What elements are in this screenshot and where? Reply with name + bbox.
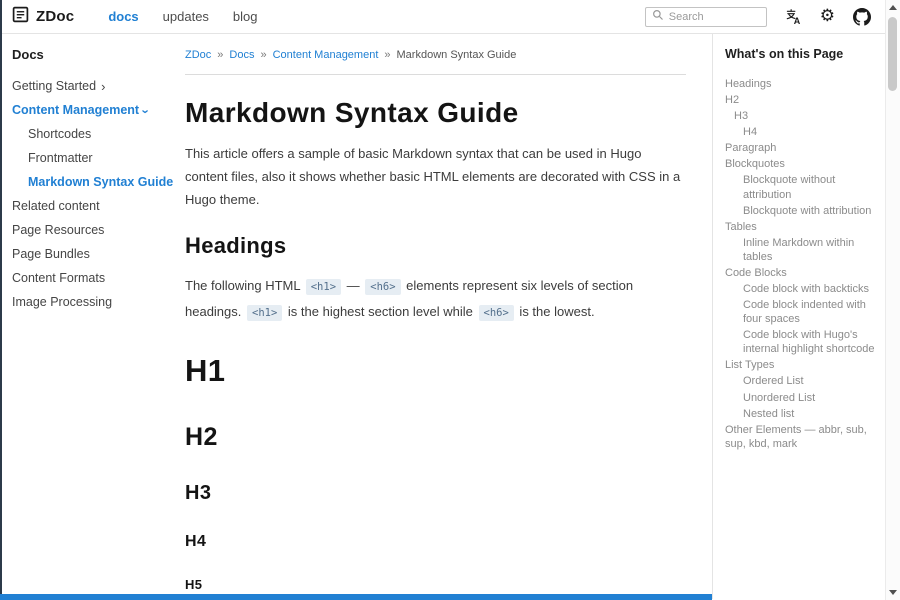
toc-item[interactable]: Other Elements — abbr, sub, sup, kbd, ma… (725, 423, 875, 451)
scroll-down-icon[interactable] (889, 590, 897, 595)
sidebar-item-page-resources[interactable]: Page Resources (12, 218, 175, 242)
primary-nav: docs updates blog (108, 9, 257, 24)
nav-link-docs[interactable]: docs (108, 9, 138, 24)
toc-item[interactable]: Nested list (725, 407, 875, 421)
navbar: ZDoc docs updates blog (0, 0, 885, 34)
toc-item[interactable]: Code block with backticks (725, 282, 875, 296)
gear-icon[interactable]: ⚙ (820, 8, 835, 25)
sidebar-item-related-content[interactable]: Related content (12, 194, 175, 218)
scrollbar-thumb[interactable] (888, 17, 897, 91)
divider (185, 74, 686, 75)
toc-item[interactable]: Paragraph (725, 141, 875, 155)
toc-item[interactable]: Ordered List (725, 374, 875, 388)
article-content: ZDoc » Docs » Content Management » Markd… (175, 34, 712, 599)
toc-item[interactable]: Tables (725, 220, 875, 234)
section-heading-headings: Headings (185, 233, 686, 259)
page-title: Markdown Syntax Guide (185, 97, 686, 129)
sidebar-item-page-bundles[interactable]: Page Bundles (12, 242, 175, 266)
breadcrumb-link-docs[interactable]: Docs (229, 49, 254, 61)
headings-paragraph: The following HTML <h1> — <h6> elements … (185, 273, 686, 325)
scroll-up-icon[interactable] (889, 5, 897, 10)
sidebar-item-markdown-syntax-guide[interactable]: Markdown Syntax Guide (12, 170, 175, 194)
toc-item[interactable]: H2 (725, 93, 875, 107)
nav-link-updates[interactable]: updates (163, 9, 209, 24)
sample-heading-h3: H3 (185, 482, 686, 505)
sidebar-item-label: Markdown Syntax Guide (28, 175, 173, 189)
search-icon (652, 8, 664, 26)
toc-item[interactable]: Blockquotes (725, 157, 875, 171)
toc-item[interactable]: H3 (725, 109, 875, 123)
window-edge-line (0, 0, 2, 600)
sidebar: Docs Getting Started › Content Managemen… (0, 34, 175, 599)
sidebar-item-label: Frontmatter (28, 151, 93, 165)
toc-item[interactable]: H4 (725, 125, 875, 139)
toc-title: What's on this Page (725, 47, 875, 61)
sample-heading-h1: H1 (185, 353, 686, 389)
toc-panel: What's on this Page Headings H2 H3 H4 Pa… (712, 34, 885, 599)
toc-item[interactable]: Code block indented with four spaces (725, 298, 875, 326)
breadcrumb-separator: » (260, 49, 266, 61)
breadcrumb-separator: » (217, 49, 223, 61)
sample-heading-h5: H5 (185, 577, 686, 592)
page: ZDoc docs updates blog (0, 0, 885, 600)
inline-code: <h6> (365, 279, 400, 295)
paragraph-text: — (343, 278, 363, 293)
footer-bar (0, 594, 712, 600)
breadcrumb-link-zdoc[interactable]: ZDoc (185, 49, 211, 61)
sample-heading-h2: H2 (185, 423, 686, 452)
sidebar-item-label: Page Bundles (12, 247, 90, 261)
toc-item[interactable]: List Types (725, 358, 875, 372)
toc-item[interactable]: Blockquote without attribution (725, 173, 875, 201)
sidebar-item-label: Image Processing (12, 295, 112, 309)
brand-title: ZDoc (36, 8, 74, 25)
toc-item[interactable]: Inline Markdown within tables (725, 236, 875, 264)
sidebar-item-shortcodes[interactable]: Shortcodes (12, 122, 175, 146)
inline-code: <h6> (479, 305, 514, 321)
brand[interactable]: ZDoc (12, 6, 74, 28)
toc-item[interactable]: Code Blocks (725, 266, 875, 280)
sidebar-item-label: Getting Started (12, 79, 96, 93)
search-box[interactable] (645, 7, 767, 27)
breadcrumb-link-content-management[interactable]: Content Management (273, 49, 379, 61)
sidebar-item-content-formats[interactable]: Content Formats (12, 266, 175, 290)
translate-icon[interactable]: A (785, 8, 802, 25)
paragraph-text: is the lowest. (516, 304, 595, 319)
scrollbar[interactable] (885, 0, 900, 600)
github-icon[interactable] (853, 8, 871, 26)
sidebar-item-label: Related content (12, 199, 100, 213)
breadcrumb-current: Markdown Syntax Guide (397, 49, 517, 61)
sidebar-item-label: Content Management (12, 103, 139, 117)
nav-link-blog[interactable]: blog (233, 9, 258, 24)
sidebar-item-frontmatter[interactable]: Frontmatter (12, 146, 175, 170)
sidebar-item-label: Shortcodes (28, 127, 91, 141)
sidebar-item-image-processing[interactable]: Image Processing (12, 290, 175, 314)
breadcrumb-separator: » (384, 49, 390, 61)
svg-text:A: A (793, 16, 800, 25)
paragraph-text: is the highest section level while (284, 304, 476, 319)
chevron-down-icon: › (140, 109, 153, 113)
paragraph-text: The following HTML (185, 278, 304, 293)
layout: Docs Getting Started › Content Managemen… (0, 34, 885, 599)
inline-code: <h1> (247, 305, 282, 321)
toc-item[interactable]: Unordered List (725, 391, 875, 405)
sidebar-item-getting-started[interactable]: Getting Started › (12, 74, 175, 98)
sidebar-item-content-management[interactable]: Content Management › (12, 98, 175, 122)
toc-item[interactable]: Headings (725, 77, 875, 91)
breadcrumb: ZDoc » Docs » Content Management » Markd… (185, 49, 686, 61)
app-window: ZDoc docs updates blog (0, 0, 900, 600)
toc-item[interactable]: Code block with Hugo's internal highligh… (725, 328, 875, 356)
sidebar-title: Docs (12, 47, 175, 62)
sample-heading-h4: H4 (185, 533, 686, 551)
chevron-right-icon: › (101, 80, 105, 93)
sidebar-item-label: Content Formats (12, 271, 105, 285)
sidebar-item-label: Page Resources (12, 223, 104, 237)
toc-item[interactable]: Blockquote with attribution (725, 204, 875, 218)
intro-paragraph: This article offers a sample of basic Ma… (185, 143, 686, 211)
navbar-right: A ⚙ (645, 7, 871, 27)
zdoc-logo-icon (12, 6, 29, 28)
search-input[interactable] (669, 11, 754, 23)
inline-code: <h1> (306, 279, 341, 295)
